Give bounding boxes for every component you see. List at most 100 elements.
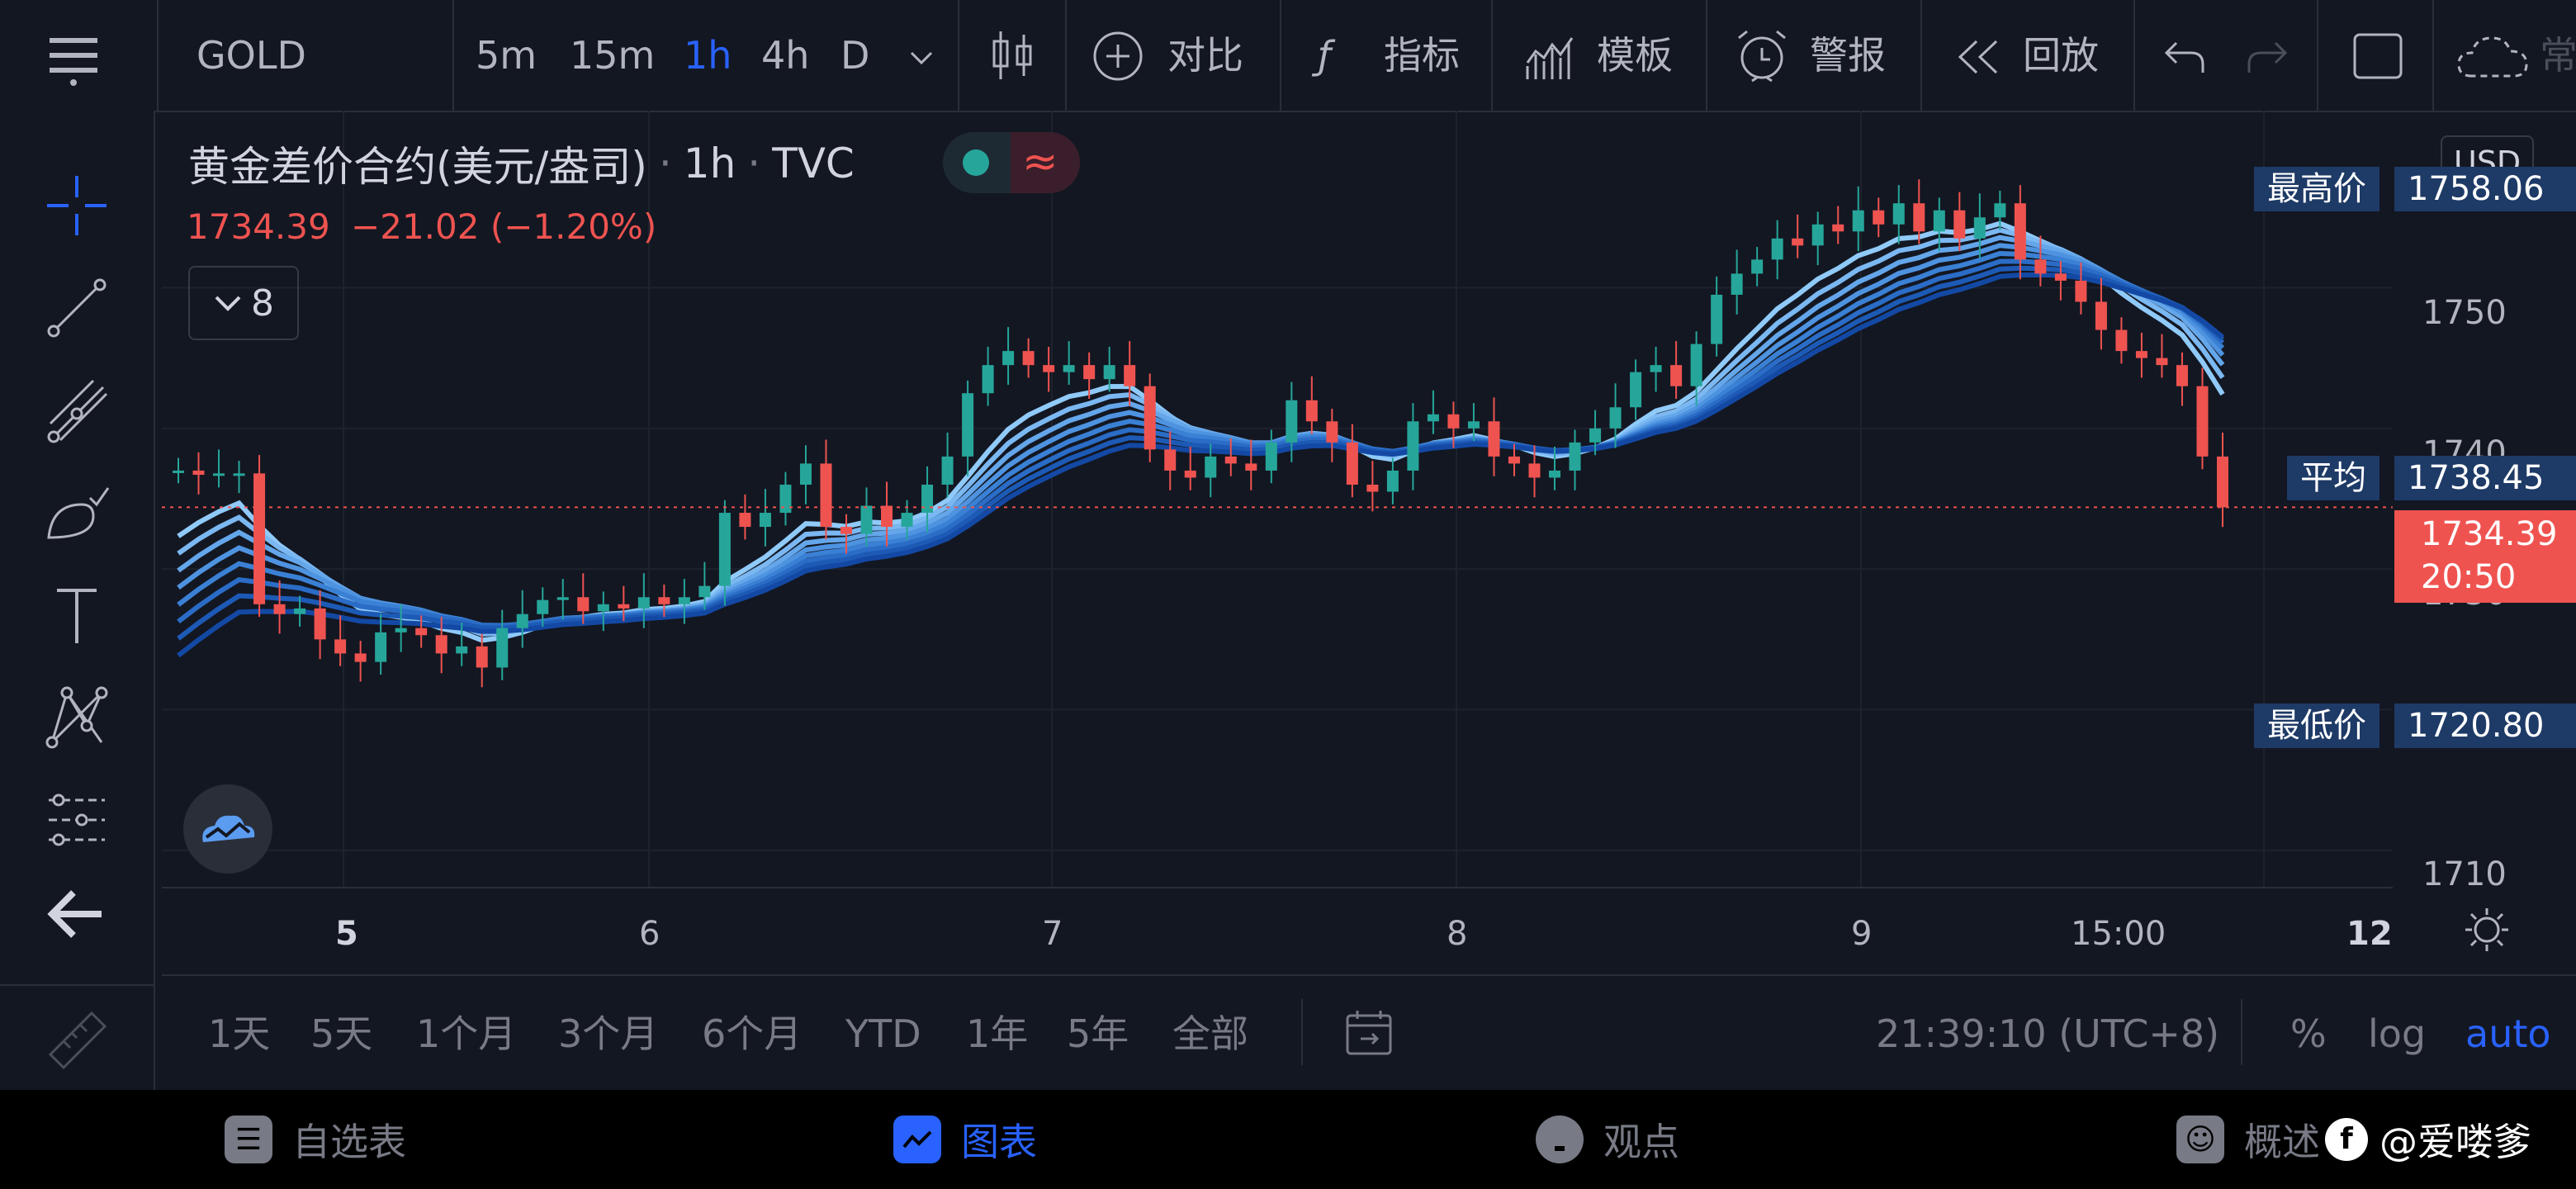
candle-body xyxy=(1063,365,1075,372)
range-5y[interactable]: 5年 xyxy=(1067,1009,1129,1059)
low-price-tag: 1720.80 xyxy=(2394,703,2576,748)
replay-icon[interactable] xyxy=(1953,36,2003,78)
range-1y[interactable]: 1年 xyxy=(966,1009,1028,1059)
candle-body xyxy=(2196,386,2209,457)
interval-4h[interactable]: 4h xyxy=(761,30,809,81)
time-label: 5 xyxy=(335,915,358,953)
candle-body xyxy=(1508,456,1520,464)
fib-tool-icon[interactable] xyxy=(40,373,114,448)
templates-button[interactable]: 模板 xyxy=(1597,30,1673,81)
menu-icon[interactable] xyxy=(46,33,101,88)
candle-body xyxy=(1650,365,1662,372)
prediction-tool-icon[interactable] xyxy=(40,783,114,857)
candle-body xyxy=(1609,407,1622,429)
candle-body xyxy=(2176,365,2188,386)
nav-ideas[interactable]: 观点 xyxy=(1536,1106,1679,1172)
alarm-clock-icon[interactable] xyxy=(1732,26,1792,86)
candle-body xyxy=(2115,329,2128,352)
range-6m[interactable]: 6个月 xyxy=(702,1009,802,1059)
interval-d[interactable]: D xyxy=(841,30,869,81)
price-axis[interactable]: USD 1750 1740 1730 1710 1758.06 1738.45 … xyxy=(2394,111,2576,893)
candle-body xyxy=(718,513,731,586)
function-icon[interactable]: ƒ xyxy=(1318,30,1331,81)
tradingview-logo-icon[interactable] xyxy=(183,784,272,874)
back-arrow-icon[interactable] xyxy=(40,877,114,951)
replay-button[interactable]: 回放 xyxy=(2023,30,2099,81)
range-5d[interactable]: 5天 xyxy=(310,1009,372,1059)
range-1d[interactable]: 1天 xyxy=(208,1009,270,1059)
drawing-toolbar xyxy=(0,111,155,1090)
layout-square-icon[interactable] xyxy=(2351,31,2404,81)
percent-scale-toggle[interactable]: % xyxy=(2290,1009,2327,1059)
candle-body xyxy=(1892,203,1905,225)
auto-scale-toggle[interactable]: auto xyxy=(2465,1009,2551,1059)
log-scale-toggle[interactable]: log xyxy=(2368,1009,2426,1059)
brush-icon[interactable] xyxy=(40,476,114,550)
candle-body xyxy=(840,527,852,534)
legend-interval: 1h xyxy=(683,140,736,187)
trend-line-icon[interactable] xyxy=(40,271,114,345)
alerts-button[interactable]: 警报 xyxy=(1810,30,1886,81)
smiley-icon: ☺ xyxy=(2176,1116,2224,1163)
undo-icon[interactable] xyxy=(2162,36,2208,78)
social-watermark: f @爱喽爹 xyxy=(2325,1106,2531,1172)
candle-body xyxy=(1346,442,1358,485)
templates-icon[interactable] xyxy=(1524,33,1577,83)
indicators-collapse-button[interactable]: 8 xyxy=(188,266,299,340)
candle-body xyxy=(2217,456,2228,508)
candle-body xyxy=(618,604,630,609)
range-3m[interactable]: 3个月 xyxy=(558,1009,658,1059)
interval-dropdown-icon[interactable] xyxy=(905,41,938,74)
candle-body xyxy=(779,484,792,514)
indicator-count: 8 xyxy=(251,282,274,324)
crosshair-icon[interactable] xyxy=(40,168,114,243)
chart-type-icon[interactable] xyxy=(987,28,1037,83)
candle-body xyxy=(941,456,954,485)
compare-plus-icon[interactable] xyxy=(1091,30,1144,83)
chart-pane[interactable]: 黄金差价合约(美元/盎司) · 1h · TVC ≈ 1734.39 −21.0… xyxy=(162,111,2393,887)
range-1m[interactable]: 1个月 xyxy=(416,1009,516,1059)
chart-settings-gear-icon[interactable] xyxy=(2464,907,2510,953)
candle-body xyxy=(1205,456,1217,478)
price-tick: 1710 xyxy=(2422,855,2507,893)
legend-separator: · xyxy=(747,140,761,187)
pattern-tool-icon[interactable] xyxy=(40,680,114,755)
nav-ideas-label: 观点 xyxy=(1603,1120,1679,1164)
candle-body xyxy=(1731,273,1743,295)
range-ytd[interactable]: YTD xyxy=(845,1009,921,1059)
compare-button[interactable]: 对比 xyxy=(1167,30,1243,81)
nav-watchlist[interactable]: ☰ 自选表 xyxy=(225,1106,406,1172)
cloud-icon[interactable] xyxy=(2455,33,2531,83)
candle-body xyxy=(1366,484,1379,492)
candle-body xyxy=(1873,210,1885,225)
candle-body xyxy=(496,628,509,668)
candle-body xyxy=(1103,365,1115,380)
market-status-badge[interactable]: ≈ xyxy=(943,132,1080,193)
nav-chart[interactable]: 图表 xyxy=(893,1106,1037,1172)
series-legend[interactable]: 黄金差价合约(美元/盎司) · 1h · TVC xyxy=(188,134,855,193)
session-clock[interactable]: 21:39:10 (UTC+8) xyxy=(1876,1009,2219,1059)
toolbar-overflow-label[interactable]: 常 xyxy=(2540,30,2576,81)
text-tool-icon[interactable] xyxy=(40,578,114,652)
interval-5m[interactable]: 5m xyxy=(476,30,537,81)
goto-date-icon[interactable] xyxy=(1342,1007,1395,1060)
interval-1h[interactable]: 1h xyxy=(684,30,732,81)
candle-body xyxy=(2075,280,2087,302)
candle-body xyxy=(476,646,488,668)
candle-body xyxy=(435,635,447,654)
nav-chart-label: 图表 xyxy=(961,1120,1037,1164)
candle-body xyxy=(1164,449,1177,471)
watermark-text: @爱喽爹 xyxy=(2379,1120,2531,1164)
ruler-icon[interactable] xyxy=(40,1002,114,1077)
symbol-search[interactable]: GOLD xyxy=(197,30,306,81)
candle-body xyxy=(1022,351,1035,366)
top-toolbar: GOLD 5m 15m 1h 4h D 对比 ƒ 指标 模板 警报 回放 常 xyxy=(0,0,2576,112)
indicators-button[interactable]: 指标 xyxy=(1384,30,1460,81)
time-axis[interactable]: 5 6 7 8 9 15:00 12 xyxy=(162,887,2393,974)
candle-body xyxy=(456,646,468,654)
nav-overview[interactable]: ☺ 概述 xyxy=(2176,1106,2320,1172)
candle-body xyxy=(1467,421,1480,429)
redo-icon[interactable] xyxy=(2244,36,2290,78)
range-all[interactable]: 全部 xyxy=(1172,1009,1248,1059)
interval-15m[interactable]: 15m xyxy=(570,30,655,81)
